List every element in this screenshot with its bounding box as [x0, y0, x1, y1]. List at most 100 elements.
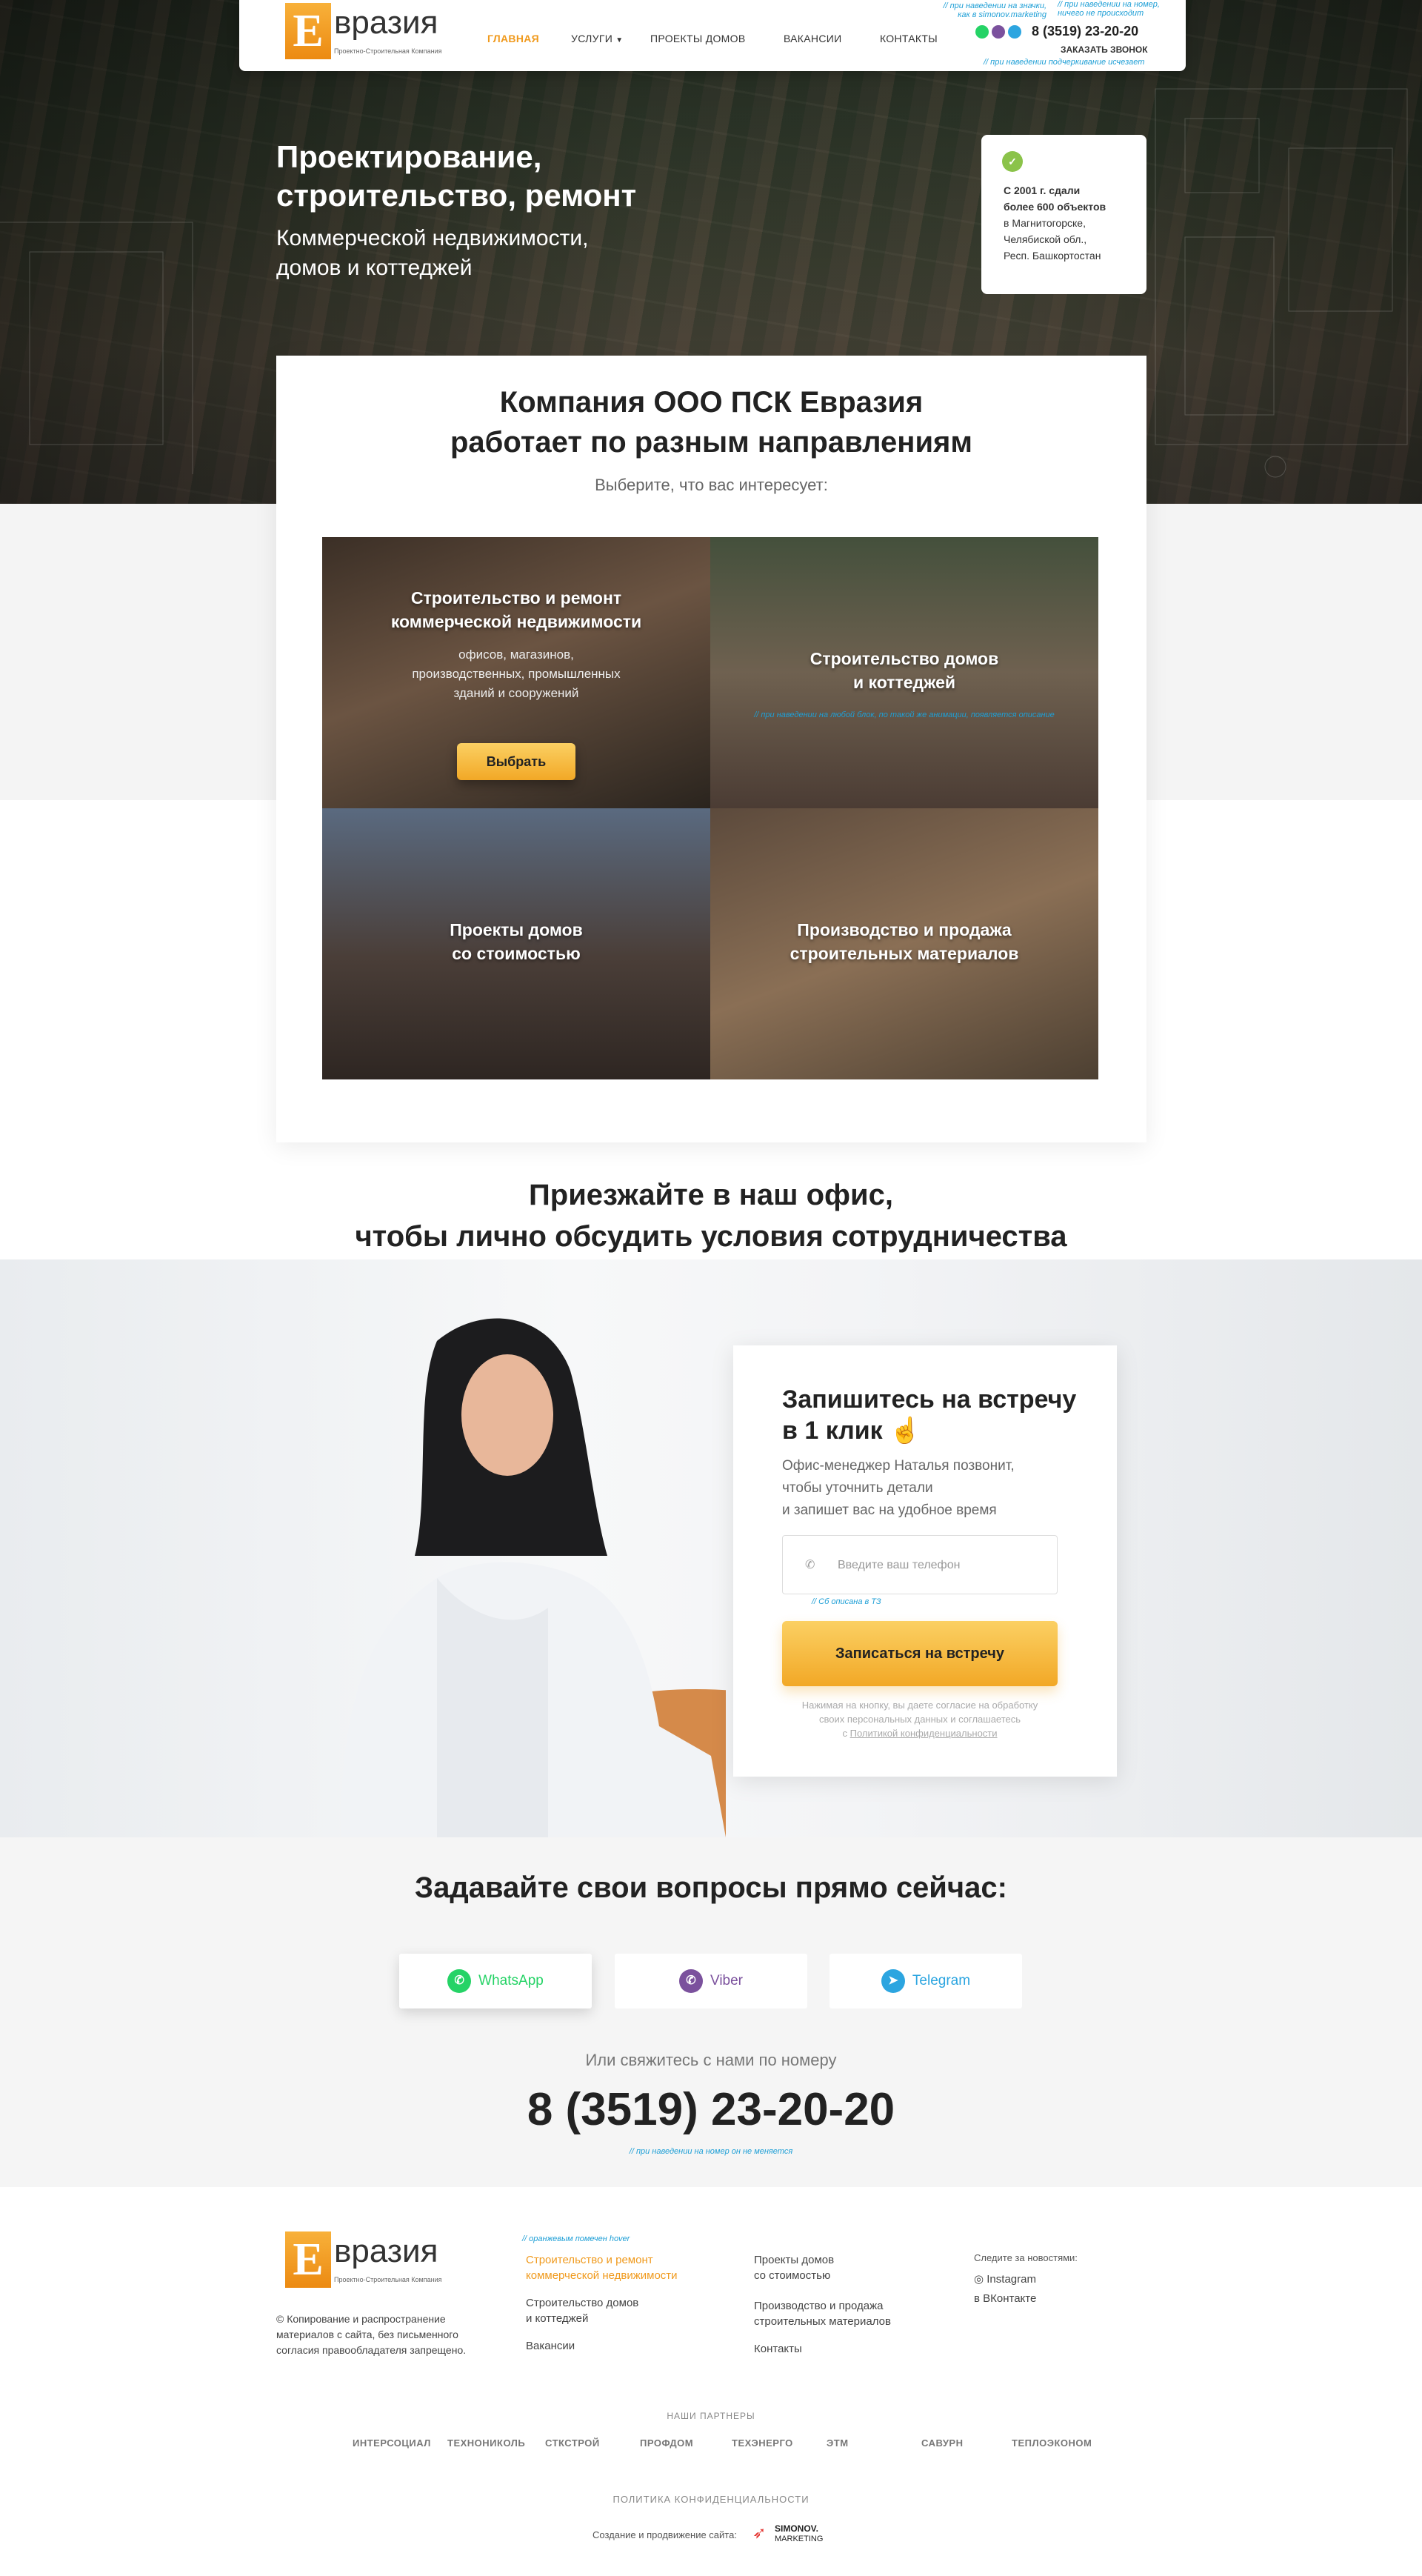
footer-link-materials-1: Производство и продажа: [754, 2300, 884, 2312]
footer-link-commercial-2: коммерческой недвижимости: [526, 2269, 678, 2282]
badge-bold2: более 600 объектов: [1004, 201, 1106, 213]
logo-subtitle: Проектно-Строительная Компания: [334, 47, 442, 55]
telegram-button[interactable]: ➤ Telegram: [830, 1954, 1022, 2008]
contact-phone[interactable]: 8 (3519) 23-20-20: [0, 2082, 1422, 2138]
tile-commercial-title2: коммерческой недвижимости: [390, 612, 642, 631]
note-number: // при наведении на номер, ничего не про…: [1058, 0, 1160, 18]
footer-link-projects-2: со стоимостью: [754, 2269, 831, 2282]
phone-input[interactable]: ✆ Введите ваш телефон: [782, 1535, 1058, 1594]
note-icons-line2: как в simonov.marketing: [958, 10, 1047, 19]
form-text-line1: Офис-менеджер Наталья позвонит,: [782, 1458, 1015, 1474]
company-title-line2: работает по разным направлениям: [450, 426, 972, 459]
viber-button[interactable]: ✆ Viber: [615, 1954, 807, 2008]
viber-icon[interactable]: [992, 25, 1005, 39]
tile-materials-title1: Производство и продажа: [797, 920, 1012, 939]
partner-logo: ТЕХНОНИКОЛЬ: [447, 2437, 526, 2449]
company-title: Компания ООО ПСК Евразия работает по раз…: [276, 382, 1146, 462]
consent-line2: своих персональных данных и соглашаетесь: [818, 1714, 1021, 1725]
office-title-line1: Приезжайте в наш офис,: [529, 1179, 893, 1211]
consent-prefix: с: [842, 1728, 850, 1739]
logo[interactable]: Е вразия Проектно-Строительная Компания: [285, 3, 442, 59]
footer-link-materials[interactable]: Производство и продажа строительных матер…: [754, 2298, 891, 2329]
hero-title: Проектирование, строительство, ремонт: [276, 138, 636, 215]
footer-link-projects[interactable]: Проекты домов со стоимостью: [754, 2252, 834, 2283]
instagram-label: Instagram: [987, 2273, 1036, 2286]
simonov-brand-2: MARKETING: [775, 2535, 824, 2543]
badge-line3: Респ. Башкортостан: [1004, 250, 1101, 262]
whatsapp-icon[interactable]: [975, 25, 989, 39]
note-number-line2: ничего не происходит: [1058, 9, 1144, 18]
footer-logo-name: вразия: [334, 2233, 438, 2269]
footer-logo[interactable]: Е вразия Проектно-Строительная Компания: [285, 2231, 441, 2288]
tile-commercial-desc3: зданий и сооружений: [453, 686, 579, 700]
note-icons-line1: // при наведении на значки,: [943, 1, 1047, 10]
instagram-icon: ◎: [974, 2273, 984, 2286]
note-icons: // при наведении на значки, как в simono…: [929, 1, 1047, 19]
made-by-text: Создание и продвижение сайта:: [592, 2529, 737, 2540]
tile-houses-title2: и коттеджей: [852, 673, 956, 692]
tile-houses-title1: Строительство домов: [810, 649, 999, 668]
callback-link[interactable]: ЗАКАЗАТЬ ЗВОНОК: [1061, 44, 1148, 55]
telegram-icon[interactable]: [1008, 25, 1021, 39]
tile-houses[interactable]: Строительство домов и коттеджей // при на…: [710, 537, 1098, 808]
office-title: Приезжайте в наш офис, чтобы лично обсуд…: [0, 1174, 1422, 1257]
privacy-policy-link[interactable]: ПОЛИТИКА КОНФИДЕНЦИАЛЬНОСТИ: [0, 2494, 1422, 2505]
badge-line1: в Магнитогорске,: [1004, 217, 1086, 229]
choose-button[interactable]: Выбрать: [457, 743, 575, 780]
nav-projects[interactable]: ПРОЕКТЫ ДОМОВ: [650, 33, 745, 44]
note-underline: // при наведении подчеркивание исчезает: [984, 58, 1145, 67]
partner-logo: САВУРН: [921, 2437, 964, 2449]
nav-home[interactable]: ГЛАВНАЯ: [487, 33, 539, 44]
copyright: © Копирование и распространение материал…: [276, 2312, 466, 2358]
footer-link-projects-1: Проекты домов: [754, 2254, 835, 2266]
partner-logo: ТЕХЭНЕРГО: [732, 2437, 793, 2449]
click-hand-icon: ☝: [889, 1417, 921, 1445]
footer-link-commercial[interactable]: Строительство и ремонт коммерческой недви…: [526, 2252, 678, 2283]
check-icon: ✓: [1002, 151, 1023, 172]
whatsapp-icon: ✆: [447, 1968, 472, 1993]
badge-bold1: С 2001 г. сдали: [1004, 184, 1081, 196]
submit-meeting-button[interactable]: Записаться на встречу: [782, 1621, 1058, 1686]
footer-link-contacts[interactable]: Контакты: [754, 2341, 802, 2357]
whatsapp-button[interactable]: ✆ WhatsApp: [399, 1954, 592, 2008]
tile-commercial[interactable]: Строительство и ремонт коммерческой недви…: [322, 537, 710, 808]
footer-link-commercial-1: Строительство и ремонт: [526, 2254, 653, 2266]
footer-link-houses-1: Строительство домов: [526, 2297, 639, 2309]
partner-logo: СТКСТРОЙ: [545, 2437, 600, 2449]
phone-note: // при наведении на номер он не меняется: [629, 2147, 793, 2156]
consent-line1: Нажимая на кнопку, вы даете согласие на …: [801, 1700, 1038, 1711]
partner-logo: ТЕПЛОЭКОНОМ: [1012, 2437, 1092, 2449]
tile-projects[interactable]: Проекты домов со стоимостью: [322, 808, 710, 1079]
form-title: Запишитесь на встречу в 1 клик ☝: [782, 1384, 1117, 1446]
simonov-logo[interactable]: ➶ SIMONOV. MARKETING: [752, 2523, 823, 2543]
hero-title-line2: строительство, ремонт: [276, 178, 637, 213]
footer-link-vacancies[interactable]: Вакансии: [526, 2338, 575, 2354]
vk-link[interactable]: ʙ ВКонтакте: [974, 2291, 1036, 2306]
form-text: Офис-менеджер Наталья позвонит, чтобы ут…: [782, 1455, 1117, 1522]
nav-services[interactable]: УСЛУГИ ▼: [571, 33, 623, 44]
nav-contacts[interactable]: КОНТАКТЫ: [880, 33, 938, 44]
tile-projects-title1: Проекты домов: [450, 920, 583, 939]
copyright-line1: © Копирование и распространение: [276, 2313, 446, 2325]
hero-title-line1: Проектирование,: [276, 139, 542, 174]
consent-text: Нажимая на кнопку, вы даете согласие на …: [782, 1698, 1058, 1740]
vk-label: ВКонтакте: [983, 2292, 1037, 2305]
header-phone[interactable]: 8 (3519) 23-20-20: [1032, 24, 1138, 39]
chevron-down-icon: ▼: [615, 36, 624, 44]
form-title-line2: в 1 клик: [782, 1417, 883, 1445]
privacy-link[interactable]: Политикой конфиденциальности: [850, 1728, 998, 1739]
or-contact-text: Или свяжитесь с нами по номеру: [585, 2051, 837, 2069]
tile-commercial-desc2: производственных, промышленных: [412, 667, 621, 681]
partner-logo: ПРОФДОМ: [640, 2437, 694, 2449]
note-number-line1: // при наведении на номер,: [1058, 0, 1160, 9]
footer-logo-letter: Е: [285, 2231, 331, 2288]
company-card: Компания ООО ПСК Евразия работает по раз…: [276, 356, 1146, 1142]
company-choose: Выберите, что вас интересует:: [595, 476, 828, 494]
instagram-link[interactable]: ◎ Instagram: [974, 2272, 1036, 2287]
tile-materials[interactable]: Производство и продажа строительных матер…: [710, 808, 1098, 1079]
form-text-line2: чтобы уточнить детали: [782, 1480, 933, 1496]
nav-vacancies[interactable]: ВАКАНСИИ: [784, 33, 841, 44]
footer-link-houses[interactable]: Строительство домов и коттеджей: [526, 2295, 638, 2326]
badge-line2: Челябиской обл.,: [1004, 233, 1087, 245]
form-text-line3: и запишет вас на удобное время: [782, 1502, 997, 1518]
